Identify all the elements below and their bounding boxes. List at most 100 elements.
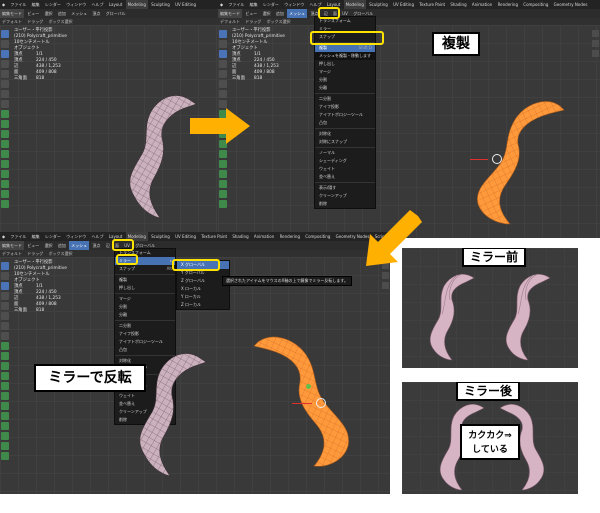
menu-item-snap[interactable]: スナップ Alt [115,265,175,273]
view-menu[interactable]: ビュー [243,9,259,18]
mesh-object-gray[interactable] [120,92,200,222]
menu-item-bisect[interactable]: 二分割 [115,322,175,330]
add-menu[interactable]: 追加 [56,9,68,18]
x-axis-arrow-icon[interactable] [292,403,312,404]
edge-slide-tool-icon[interactable] [219,190,227,198]
menu-window[interactable]: ウィンドウ [64,232,88,241]
blender-logo-icon[interactable]: ◆ [0,0,7,9]
spin-tool-icon[interactable] [1,170,9,178]
inset-tool-icon[interactable] [1,352,9,360]
drag-label[interactable]: ドラッグ [25,18,45,25]
shear-tool-icon[interactable] [1,442,9,450]
tab-geometry-nodes[interactable]: Geometry Nodes [552,0,590,9]
vertex-menu[interactable]: 頂点 [90,9,102,18]
smooth-tool-icon[interactable] [1,180,9,188]
measure-tool-icon[interactable] [1,332,9,340]
mode-select[interactable]: 編集モード [218,9,242,18]
smooth-tool-icon[interactable] [1,412,9,420]
menu-item-bisect[interactable]: 二分割 [315,95,375,103]
mesh-object-orange-mirrored[interactable] [252,332,362,472]
edge-menu[interactable]: 辺 [104,241,112,250]
rotate-tool-icon[interactable] [219,60,227,68]
shrink-tool-icon[interactable] [219,200,227,208]
tab-compositing[interactable]: Compositing [521,0,550,9]
item-icon[interactable] [382,282,389,289]
rotate-tool-icon[interactable] [1,292,9,300]
knife-tool-icon[interactable] [1,150,9,158]
spin-tool-icon[interactable] [1,402,9,410]
drag-label[interactable]: ドラッグ [243,18,263,25]
scale-tool-icon[interactable] [219,70,227,78]
vertex-menu[interactable]: 頂点 [90,241,102,250]
transform-gizmo-circle[interactable] [316,398,326,408]
menu-window[interactable]: ウィンドウ [64,0,88,9]
bevel-tool-icon[interactable] [1,362,9,370]
menu-item-separate[interactable]: 分離 [315,84,375,92]
loopcut-tool-icon[interactable] [1,140,9,148]
mirror-y-local[interactable]: Y ローカル [177,293,229,301]
tab-sculpting[interactable]: Sculpting [367,0,390,9]
menu-item-split[interactable]: 分割 [115,303,175,311]
orientation-select[interactable]: グローバル [104,9,128,18]
menu-edit[interactable]: 編集 [30,232,42,241]
transform-tool-icon[interactable] [1,80,9,88]
tab-shading[interactable]: Shading [448,0,468,9]
mesh-menu-open[interactable]: メッシュ [287,9,308,18]
menu-render[interactable]: レンダー [261,0,281,9]
select-menu[interactable]: 選択 [43,241,55,250]
tab-layout[interactable]: Layout [107,0,125,9]
select-tool-icon[interactable] [1,262,9,270]
tab-modeling[interactable]: Modeling [125,0,148,9]
view-menu[interactable]: ビュー [25,9,41,18]
blender-logo-icon[interactable]: ◆ [0,232,7,241]
menu-item-knife-topology[interactable]: ナイフトポロジーツール [115,338,175,346]
transform-tool-icon[interactable] [219,80,227,88]
tab-modeling[interactable]: Modeling [343,0,366,9]
menu-item-knife-project[interactable]: ナイフ投影 [115,330,175,338]
tab-sculpting[interactable]: Sculpting [149,232,172,241]
transform-gizmo-circle[interactable] [492,154,502,164]
shrink-tool-icon[interactable] [1,200,9,208]
menu-item-split[interactable]: 分割 [315,76,375,84]
measure-tool-icon[interactable] [219,100,227,108]
bevel-tool-icon[interactable] [1,130,9,138]
menu-render[interactable]: レンダー [43,232,63,241]
tab-rendering[interactable]: Rendering [278,232,302,241]
move-tool-icon[interactable] [1,282,9,290]
select-menu[interactable]: 選択 [261,9,273,18]
scale-tool-icon[interactable] [1,70,9,78]
tab-uv-editing[interactable]: UV Editing [391,0,416,9]
tab-rendering[interactable]: Rendering [496,0,520,9]
menu-item-symmetrize[interactable]: 対称化 [315,130,375,138]
add-menu[interactable]: 追加 [56,241,68,250]
polybuild-tool-icon[interactable] [1,160,9,168]
tab-texture-paint[interactable]: Texture Paint [417,0,447,9]
tab-shading[interactable]: Shading [230,232,250,241]
knife-tool-icon[interactable] [219,150,227,158]
spin-tool-icon[interactable] [219,170,227,178]
tab-uv-editing[interactable]: UV Editing [173,232,198,241]
loopcut-tool-icon[interactable] [1,372,9,380]
menu-render[interactable]: レンダー [43,0,63,9]
mesh-object-orange[interactable] [456,98,566,226]
scale-tool-icon[interactable] [1,302,9,310]
smooth-tool-icon[interactable] [219,180,227,188]
menu-item-sort[interactable]: 並べ替え [315,173,375,181]
rip-tool-icon[interactable] [1,452,9,460]
orientation-default[interactable]: デフォルト [218,18,242,25]
rotate-tool-icon[interactable] [1,60,9,68]
move-tool-icon[interactable] [1,50,9,58]
menu-file[interactable]: ファイル [8,232,28,241]
menu-item-duplicate[interactable]: 複製 Shift D [315,44,375,52]
edge-slide-tool-icon[interactable] [1,422,9,430]
box-select-label[interactable]: ボックス選択 [47,250,75,257]
menu-file[interactable]: ファイル [8,0,28,9]
menu-item-knife-project[interactable]: ナイフ投影 [315,103,375,111]
tab-animation[interactable]: Animation [470,0,494,9]
extrude-tool-icon[interactable] [1,342,9,350]
menu-item-knife-topology[interactable]: ナイフトポロジーツール [315,111,375,119]
mirror-x-local[interactable]: X ローカル [177,285,229,293]
menu-item-normals[interactable]: ノーマル [315,149,375,157]
view-menu[interactable]: ビュー [25,241,41,250]
cursor-tool-icon[interactable] [1,40,9,48]
